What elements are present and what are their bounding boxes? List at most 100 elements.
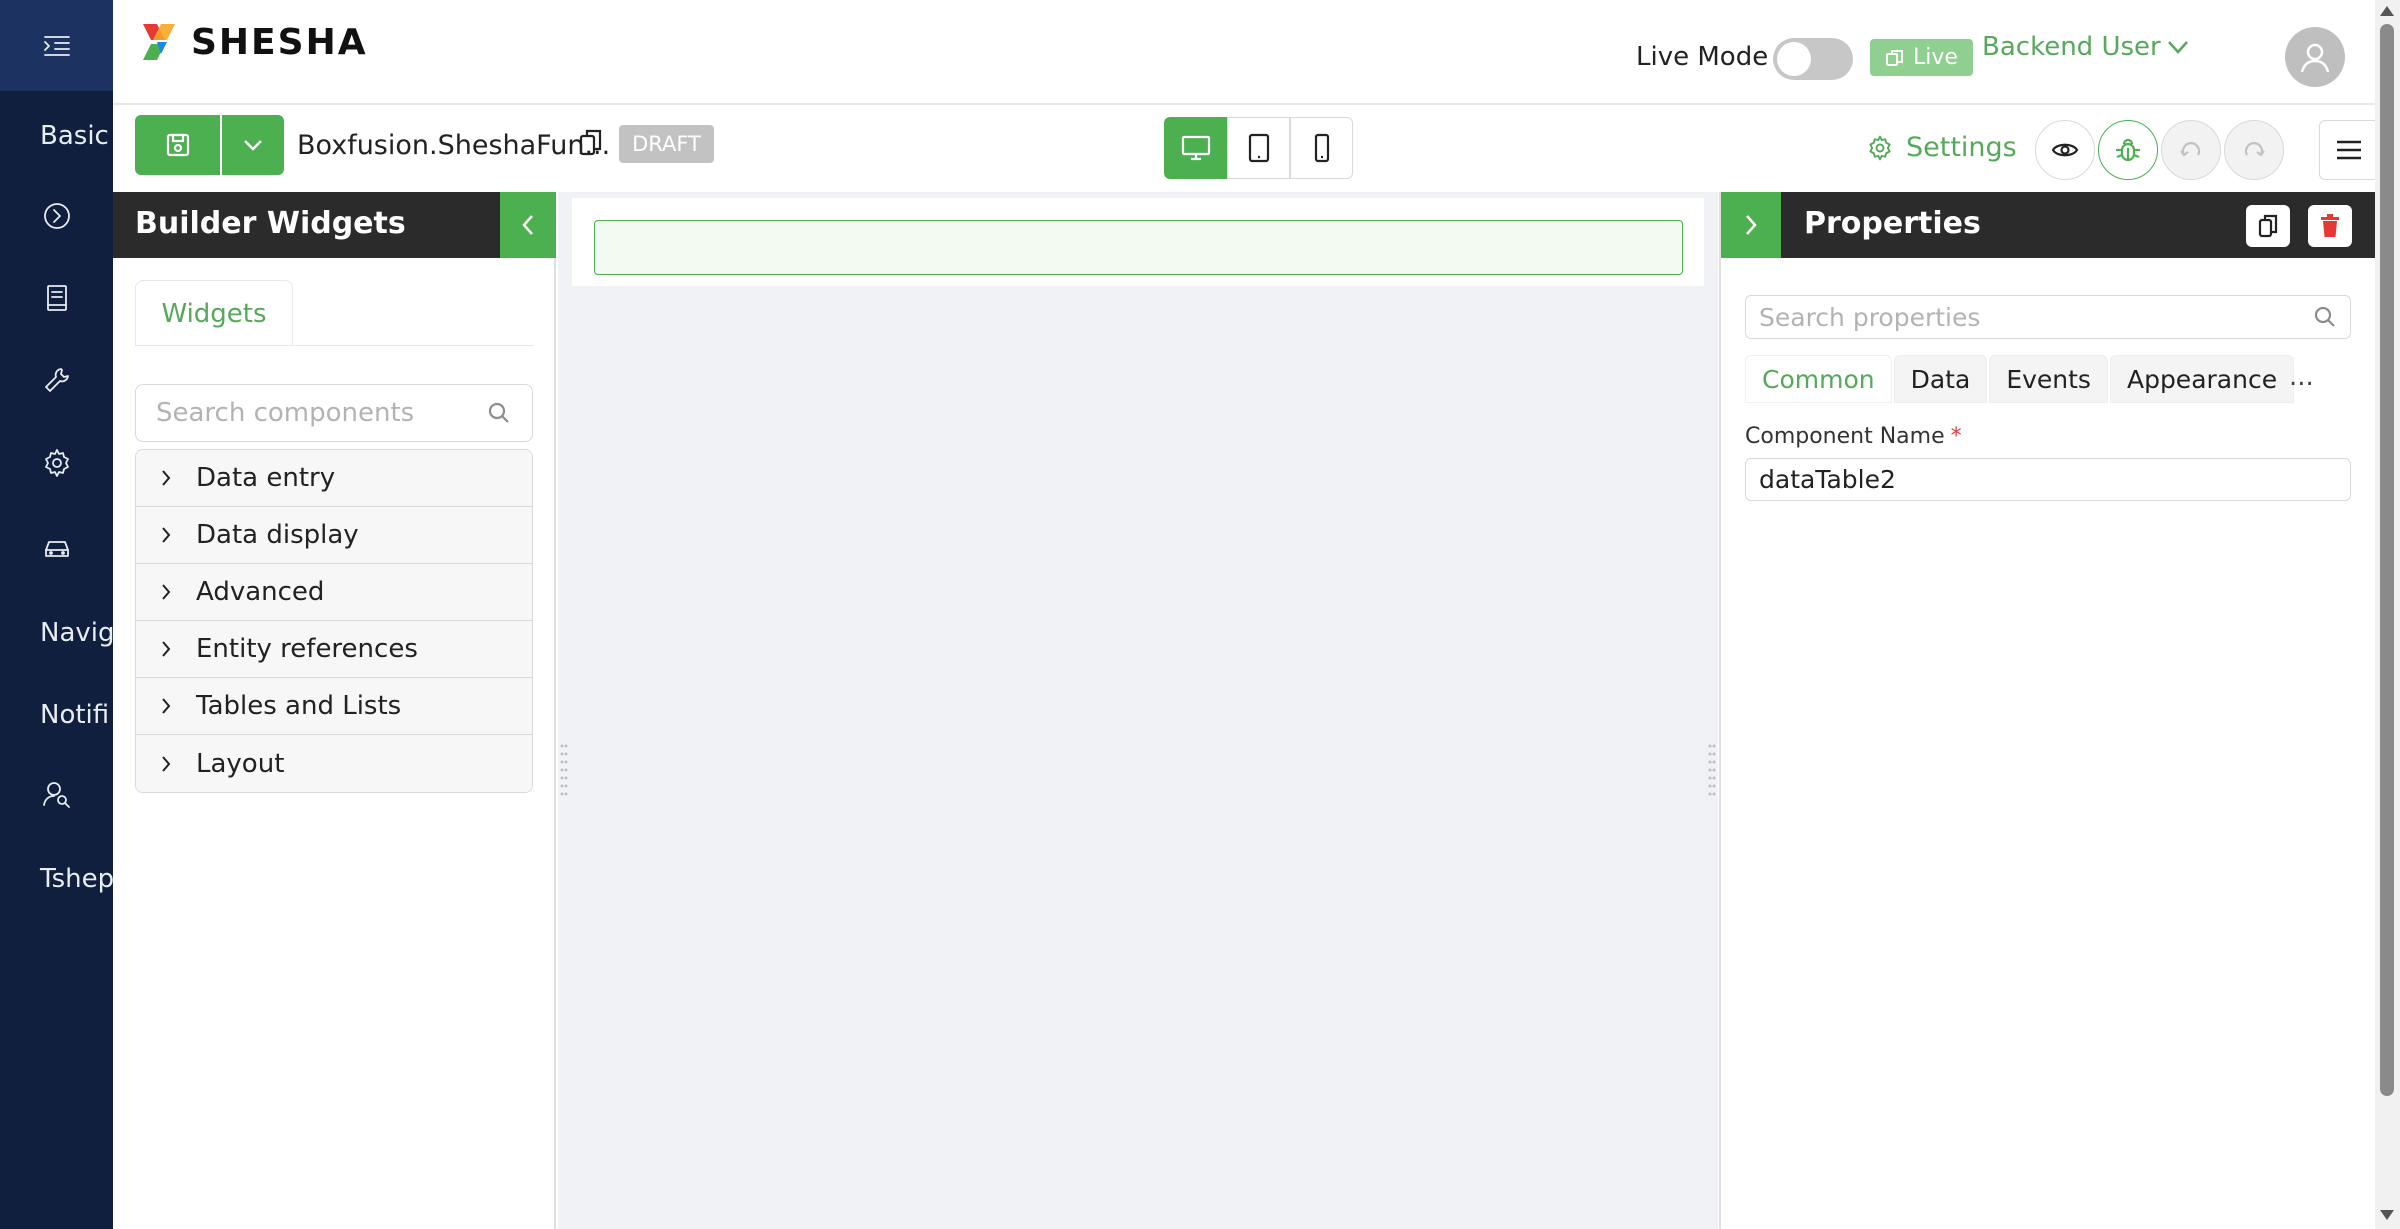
nav-item-book[interactable] (0, 268, 113, 328)
properties-panel-header: Properties (1721, 192, 2377, 258)
preview-button[interactable] (2035, 120, 2095, 180)
more-menu-button[interactable] (2319, 120, 2379, 180)
category-entity-references[interactable]: Entity references (136, 621, 532, 678)
nav-item-users[interactable] (0, 764, 113, 824)
category-data-display[interactable]: Data display (136, 507, 532, 564)
category-layout[interactable]: Layout (136, 735, 532, 792)
component-name-label-text: Component Name (1745, 424, 1945, 449)
tab-events[interactable]: Events (1989, 355, 2108, 403)
eye-icon (2051, 143, 2079, 157)
undo-button[interactable] (2161, 120, 2221, 180)
category-label: Data display (196, 520, 359, 550)
tablet-view-button[interactable] (1227, 117, 1290, 179)
book-icon (46, 285, 67, 311)
category-data-entry[interactable]: Data entry (136, 450, 532, 507)
properties-panel: Properties Common Data Events Appearance… (1719, 192, 2377, 1229)
copy-icon (2258, 214, 2278, 238)
chevron-right-icon (162, 755, 171, 772)
search-icon (2314, 306, 2335, 327)
search-icon (488, 402, 509, 423)
save-options-dropdown[interactable] (222, 115, 284, 175)
user-menu[interactable]: Backend User (1982, 32, 2189, 62)
live-mode-toggle[interactable] (1773, 38, 1853, 80)
redo-button[interactable] (2224, 120, 2284, 180)
collapse-properties-button[interactable] (1721, 192, 1781, 258)
nav-item-notifications[interactable]: Notifi (0, 685, 113, 745)
chevron-down-icon (2167, 41, 2188, 54)
tablet-icon (1248, 133, 1269, 163)
search-properties-input[interactable] (1746, 296, 2286, 338)
copy-icon (579, 129, 602, 156)
tab-data[interactable]: Data (1893, 355, 1988, 403)
category-label: Layout (196, 748, 285, 779)
category-advanced[interactable]: Advanced (136, 564, 532, 621)
nav-item-label: Navig (40, 618, 113, 648)
nav-item-navigation[interactable]: Navig (0, 603, 113, 663)
scroll-thumb[interactable] (2380, 24, 2394, 1096)
delete-component-button[interactable] (2308, 205, 2352, 247)
live-badge[interactable]: Live (1870, 39, 1973, 76)
live-badge-label: Live (1913, 45, 1958, 70)
chevron-right-icon (162, 584, 171, 600)
desktop-view-button[interactable] (1164, 117, 1227, 179)
property-tabs: Common Data Events Appearance (1745, 355, 2295, 403)
component-name-input[interactable] (1745, 458, 2351, 501)
logo-text: SHESHA (191, 21, 368, 63)
desktop-icon (1181, 135, 1210, 161)
copy-component-button[interactable] (2246, 205, 2290, 247)
category-label: Entity references (196, 634, 418, 664)
selected-datatable-component[interactable] (594, 220, 1683, 275)
chevron-right-icon (162, 527, 171, 543)
collapse-widgets-button[interactable] (500, 192, 556, 258)
chevron-right-icon (1746, 215, 1757, 235)
resize-handle-left-icon[interactable] (560, 740, 568, 800)
nav-item-label: Notifi (40, 700, 110, 730)
component-name-label: Component Name * (1745, 424, 1962, 449)
menu-toggle-button[interactable] (0, 0, 113, 91)
nav-item-settings[interactable] (0, 433, 113, 493)
user-name: Backend User (1982, 32, 2161, 62)
user-icon (2300, 43, 2330, 73)
search-components-input[interactable] (136, 385, 456, 441)
category-label: Tables and Lists (196, 691, 402, 721)
category-tables-and-lists[interactable]: Tables and Lists (136, 678, 532, 735)
page-scrollbar[interactable] (2375, 0, 2400, 1229)
settings-button[interactable]: Settings (1866, 132, 2017, 163)
required-marker: * (1950, 424, 1962, 449)
user-search-icon (42, 782, 70, 808)
debug-button[interactable] (2098, 120, 2158, 180)
nav-item-play[interactable] (0, 186, 113, 246)
resize-handle-right-icon[interactable] (1708, 740, 1716, 800)
nav-item-tools[interactable] (0, 350, 113, 410)
gear-icon (1869, 135, 1891, 160)
scroll-up-arrow-icon[interactable] (2380, 6, 2394, 16)
logo[interactable]: SHESHA (137, 20, 368, 64)
scroll-down-arrow-icon[interactable] (2380, 1210, 2394, 1220)
chevron-right-icon (162, 698, 171, 714)
form-canvas-frame (572, 198, 1704, 286)
tab-widgets[interactable]: Widgets (135, 280, 293, 346)
nav-item-car[interactable] (0, 517, 113, 577)
play-circle-icon (43, 203, 70, 229)
chevron-right-icon (162, 641, 171, 657)
nav-item-basic[interactable]: Basic (0, 106, 113, 166)
copy-form-name-button[interactable] (578, 128, 604, 162)
save-button[interactable] (135, 115, 220, 175)
more-tabs-button[interactable]: ... (2289, 362, 2314, 392)
designer-canvas[interactable] (558, 192, 1718, 1229)
category-label: Advanced (196, 577, 325, 607)
tab-appearance[interactable]: Appearance (2109, 355, 2295, 403)
nav-item-tshep[interactable]: Tshep (0, 849, 113, 909)
nav-item-label: Tshep (40, 864, 113, 894)
mobile-view-button[interactable] (1290, 117, 1353, 179)
category-label: Data entry (196, 463, 336, 493)
chevron-left-icon (522, 215, 533, 235)
tab-common[interactable]: Common (1745, 355, 1892, 403)
redo-icon (2244, 142, 2265, 157)
avatar[interactable] (2285, 27, 2345, 87)
chevron-right-icon (162, 470, 171, 486)
draft-badge: DRAFT (619, 125, 714, 163)
side-nav: Basic Navig Notifi Tshep (0, 0, 113, 1229)
undo-icon (2180, 142, 2201, 157)
properties-panel-title: Properties (1804, 206, 1981, 241)
